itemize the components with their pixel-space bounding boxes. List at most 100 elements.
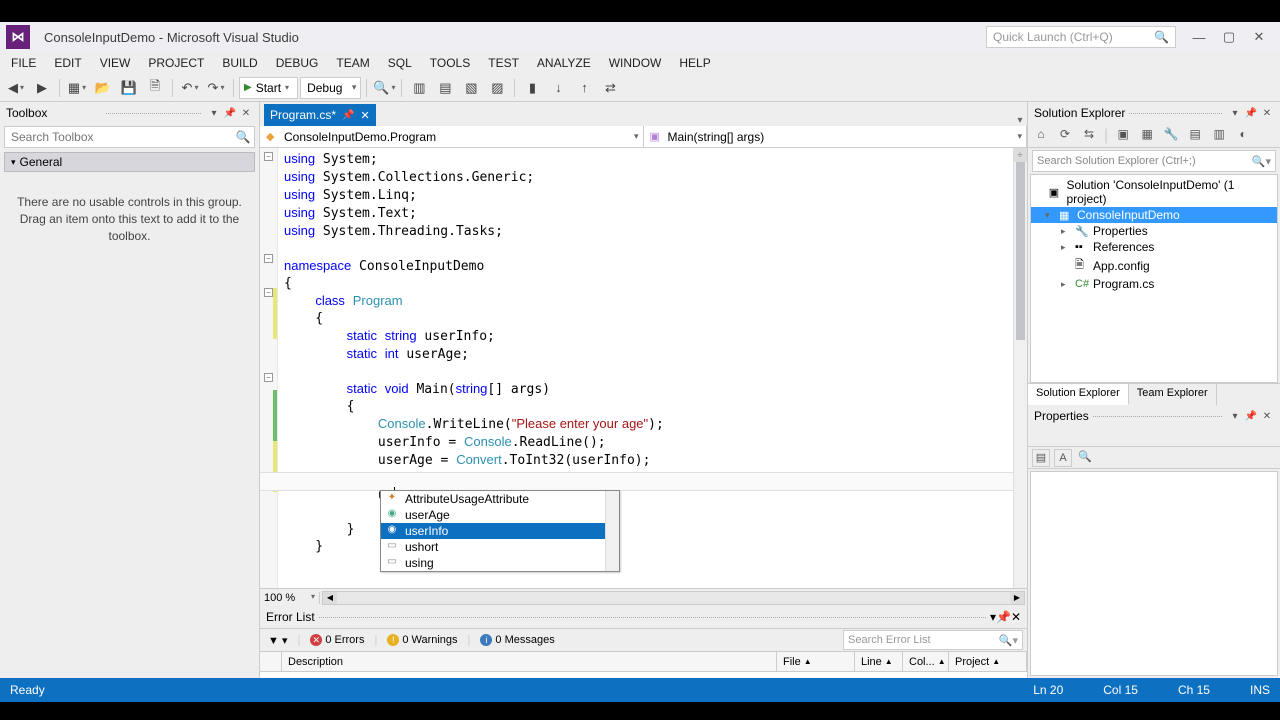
project-node[interactable]: ▾▦ConsoleInputDemo: [1031, 207, 1277, 223]
nav-forward-button[interactable]: ▶: [30, 76, 54, 100]
intellisense-item[interactable]: ◉userAge: [381, 507, 619, 523]
solution-tree[interactable]: ▣Solution 'ConsoleInputDemo' (1 project)…: [1030, 174, 1278, 383]
solution-search[interactable]: Search Solution Explorer (Ctrl+;)🔍▾: [1032, 150, 1276, 172]
tab-solution-explorer[interactable]: Solution Explorer: [1028, 384, 1129, 405]
member-nav-dropdown[interactable]: ▣Main(string[] args): [644, 126, 1028, 147]
fold-icon[interactable]: −: [264, 254, 273, 263]
menu-build[interactable]: BUILD: [213, 53, 266, 73]
save-all-button[interactable]: 🗎: [143, 76, 167, 100]
horizontal-scrollbar[interactable]: ◀▶: [322, 591, 1025, 605]
alphabetical-button[interactable]: A: [1054, 449, 1072, 467]
menu-project[interactable]: PROJECT: [139, 53, 213, 73]
fold-icon[interactable]: −: [264, 373, 273, 382]
menu-test[interactable]: TEST: [479, 53, 528, 73]
intellisense-item[interactable]: ▭ushort: [381, 539, 619, 555]
close-icon[interactable]: ✕: [1260, 106, 1274, 120]
view-icon[interactable]: ▥: [1210, 127, 1228, 145]
pin-icon[interactable]: 📌: [996, 610, 1011, 624]
close-icon[interactable]: ✕: [1260, 409, 1274, 423]
intellisense-item-selected[interactable]: ◉userInfo: [381, 523, 619, 539]
tree-item-references[interactable]: ▸▪▪References: [1031, 239, 1277, 255]
properties-object-select[interactable]: [1028, 427, 1280, 447]
toolbar-btn-6[interactable]: ↓: [546, 76, 570, 100]
undo-button[interactable]: ↶: [178, 76, 202, 100]
menu-help[interactable]: HELP: [670, 53, 719, 73]
messages-toggle[interactable]: i0 Messages: [476, 632, 558, 648]
close-icon[interactable]: ✕: [239, 106, 253, 120]
maximize-button[interactable]: ▢: [1214, 26, 1244, 48]
toolbox-search[interactable]: 🔍: [4, 126, 255, 148]
toolbar-btn-8[interactable]: ⇄: [598, 76, 622, 100]
menu-file[interactable]: FILE: [2, 53, 45, 73]
collapse-icon[interactable]: ▣: [1114, 127, 1132, 145]
menu-window[interactable]: WINDOW: [600, 53, 671, 73]
col-line[interactable]: Line ▲: [855, 652, 903, 671]
menu-sql[interactable]: SQL: [379, 53, 421, 73]
toolbar-btn-7[interactable]: ↑: [572, 76, 596, 100]
filter-button[interactable]: ▼ ▾: [264, 632, 291, 649]
vertical-scrollbar[interactable]: [1013, 148, 1027, 588]
start-debug-button[interactable]: ▶Start▾: [239, 77, 298, 99]
toolbar-btn-5[interactable]: ▮: [520, 76, 544, 100]
toolbar-btn-3[interactable]: ▧: [459, 76, 483, 100]
close-icon[interactable]: ✕: [360, 109, 369, 122]
errors-toggle[interactable]: ✕0 Errors: [306, 632, 368, 648]
toolbar-btn-2[interactable]: ▤: [433, 76, 457, 100]
toolbox-group-general[interactable]: ▾General: [4, 152, 255, 172]
tab-team-explorer[interactable]: Team Explorer: [1129, 384, 1217, 405]
refresh-icon[interactable]: ⟳: [1056, 127, 1074, 145]
chevron-down-icon[interactable]: ▾: [207, 106, 221, 120]
menu-team[interactable]: TEAM: [327, 53, 378, 73]
toolbar-btn-1[interactable]: ▥: [407, 76, 431, 100]
col-project[interactable]: Project ▲: [949, 652, 1027, 671]
col-column[interactable]: Col... ▲: [903, 652, 949, 671]
preview-icon[interactable]: ▤: [1186, 127, 1204, 145]
sync-icon[interactable]: ⇆: [1080, 127, 1098, 145]
split-editor-button[interactable]: ÷: [1013, 148, 1027, 162]
pin-icon[interactable]: 📌: [223, 106, 237, 120]
quick-launch-input[interactable]: Quick Launch (Ctrl+Q) 🔍: [986, 26, 1176, 48]
menu-tools[interactable]: TOOLS: [421, 53, 479, 73]
nav-back-button[interactable]: ◀: [4, 76, 28, 100]
pin-icon[interactable]: 📌: [1244, 106, 1258, 120]
close-icon[interactable]: ✕: [1011, 610, 1021, 624]
intellisense-item[interactable]: ▭using: [381, 555, 619, 571]
col-file[interactable]: File ▲: [777, 652, 855, 671]
toolbar-btn-4[interactable]: ▨: [485, 76, 509, 100]
pin-icon[interactable]: 📌: [1244, 409, 1258, 423]
fold-icon[interactable]: −: [264, 288, 273, 297]
intellisense-scrollbar[interactable]: [605, 491, 619, 571]
scope-icon[interactable]: ◐: [1234, 127, 1252, 145]
categorized-button[interactable]: ▤: [1032, 449, 1050, 467]
close-button[interactable]: ✕: [1244, 26, 1274, 48]
chevron-down-icon[interactable]: ▾: [1228, 106, 1242, 120]
minimize-button[interactable]: —: [1184, 26, 1214, 48]
tree-item-properties[interactable]: ▸🔧Properties: [1031, 223, 1277, 239]
home-icon[interactable]: ⌂: [1032, 127, 1050, 145]
find-button[interactable]: 🔍: [372, 76, 396, 100]
fold-icon[interactable]: −: [264, 152, 273, 161]
col-icon[interactable]: [260, 652, 282, 671]
new-project-button[interactable]: ▦: [65, 76, 89, 100]
doc-tab-program[interactable]: Program.cs* 📌 ✕: [264, 104, 376, 126]
toolbox-search-input[interactable]: [5, 130, 232, 144]
errorlist-search[interactable]: Search Error List🔍▾: [843, 630, 1023, 650]
warnings-toggle[interactable]: !0 Warnings: [383, 632, 461, 648]
save-button[interactable]: 💾: [117, 76, 141, 100]
chevron-down-icon[interactable]: ▾: [1228, 409, 1242, 423]
tab-overflow-button[interactable]: ▾: [1013, 115, 1027, 126]
solution-node[interactable]: ▣Solution 'ConsoleInputDemo' (1 project): [1031, 177, 1277, 207]
menu-edit[interactable]: EDIT: [45, 53, 90, 73]
menu-analyze[interactable]: ANALYZE: [528, 53, 600, 73]
zoom-select[interactable]: 100 %: [260, 592, 320, 604]
intellisense-item[interactable]: ✦AttributeUsageAttribute: [381, 491, 619, 507]
pin-icon[interactable]: 📌: [342, 110, 354, 121]
properties-grid[interactable]: [1030, 471, 1278, 676]
properties-icon[interactable]: 🔧: [1162, 127, 1180, 145]
code-editor[interactable]: − − − − using System; using System.Colle…: [260, 148, 1027, 588]
menu-debug[interactable]: DEBUG: [267, 53, 328, 73]
menu-view[interactable]: VIEW: [91, 53, 140, 73]
tree-item-appconfig[interactable]: 🗎App.config: [1031, 255, 1277, 276]
redo-button[interactable]: ↷: [204, 76, 228, 100]
type-nav-dropdown[interactable]: ◆ConsoleInputDemo.Program: [260, 126, 644, 147]
